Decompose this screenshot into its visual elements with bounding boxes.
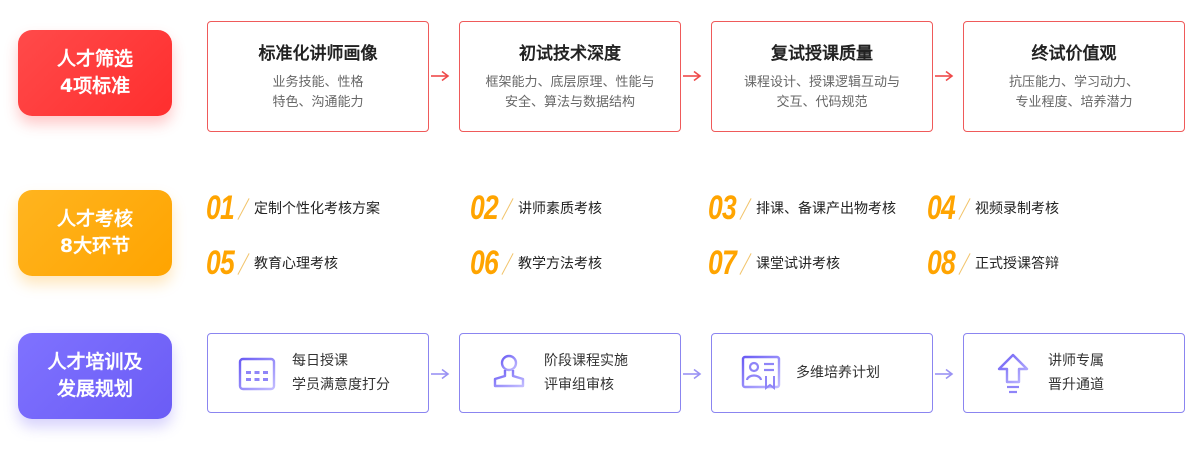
screening-desc: 课程设计、授课逻辑互动与 bbox=[743, 75, 900, 90]
step-number: 06 bbox=[470, 244, 499, 282]
screening-desc: 交互、代码规范 bbox=[776, 95, 868, 110]
assessment-step-3: 03 排课、备课产出物考核 bbox=[708, 191, 896, 225]
screening-title: 复试授课质量 bbox=[771, 44, 873, 64]
calendar-icon bbox=[238, 355, 276, 391]
slash-divider bbox=[238, 248, 250, 278]
step-number: 01 bbox=[206, 189, 235, 227]
slash-divider bbox=[740, 193, 752, 223]
badge-line2: 4项标准 bbox=[59, 75, 131, 97]
training-line2: 评审组审核 bbox=[544, 377, 614, 393]
screening-card-1: 标准化讲师画像 业务技能、性格 特色、沟通能力 bbox=[207, 21, 429, 132]
screening-desc: 抗压能力、学习动力、 bbox=[1008, 75, 1139, 90]
assessment-step-2: 02 讲师素质考核 bbox=[470, 191, 602, 225]
arrow-right-icon bbox=[935, 70, 954, 82]
badge-talent-assessment: 人才考核 8大环节 bbox=[18, 190, 172, 276]
screening-title: 初试技术深度 bbox=[519, 44, 621, 64]
slash-divider bbox=[959, 248, 971, 278]
screening-desc: 业务技能、性格 bbox=[272, 75, 364, 90]
step-text: 视频录制考核 bbox=[975, 201, 1059, 217]
slash-divider bbox=[740, 248, 752, 278]
screening-title: 终试价值观 bbox=[1031, 44, 1117, 64]
training-card-2: 阶段课程实施 评审组审核 bbox=[459, 333, 681, 413]
screening-title: 标准化讲师画像 bbox=[258, 44, 378, 64]
step-text: 排课、备课产出物考核 bbox=[756, 201, 896, 217]
screening-desc: 特色、沟通能力 bbox=[272, 95, 364, 110]
assessment-step-1: 01 定制个性化考核方案 bbox=[206, 191, 380, 225]
step-text: 正式授课答辩 bbox=[975, 256, 1059, 272]
arrow-right-icon bbox=[683, 368, 702, 380]
training-line2: 晋升通道 bbox=[1048, 377, 1104, 393]
step-number: 05 bbox=[206, 244, 235, 282]
slash-divider bbox=[502, 193, 514, 223]
badge-line2: 发展规划 bbox=[56, 378, 133, 400]
screening-card-3: 复试授课质量 课程设计、授课逻辑互动与 交互、代码规范 bbox=[711, 21, 933, 132]
screening-card-4: 终试价值观 抗压能力、学习动力、 专业程度、培养潜力 bbox=[963, 21, 1185, 132]
screening-desc: 安全、算法与数据结构 bbox=[504, 95, 635, 110]
arrow-right-icon bbox=[935, 368, 954, 380]
step-text: 课堂试讲考核 bbox=[756, 256, 840, 272]
slash-divider bbox=[502, 248, 514, 278]
step-text: 讲师素质考核 bbox=[518, 201, 602, 217]
badge-line1: 人才培训及 bbox=[47, 351, 143, 373]
training-card-4: 讲师专属 晋升通道 bbox=[963, 333, 1185, 413]
training-line1: 每日授课 bbox=[292, 353, 348, 369]
step-number: 04 bbox=[927, 189, 956, 227]
training-line2: 学员满意度打分 bbox=[292, 377, 390, 393]
screening-desc: 框架能力、底层原理、性能与 bbox=[485, 75, 655, 90]
badge-line1: 人才考核 bbox=[56, 208, 133, 230]
training-line1: 多维培养计划 bbox=[796, 365, 880, 381]
badge-line2: 8大环节 bbox=[59, 235, 131, 257]
arrow-right-icon bbox=[431, 70, 450, 82]
slash-divider bbox=[959, 193, 971, 223]
training-card-3: 多维培养计划 bbox=[711, 333, 933, 413]
step-number: 07 bbox=[708, 244, 737, 282]
screening-card-2: 初试技术深度 框架能力、底层原理、性能与 安全、算法与数据结构 bbox=[459, 21, 681, 132]
certificate-icon bbox=[741, 355, 781, 390]
step-number: 02 bbox=[470, 189, 499, 227]
badge-talent-screening: 人才筛选 4项标准 bbox=[18, 30, 172, 116]
upgrade-arrow-icon bbox=[997, 353, 1029, 394]
assessment-step-7: 07 课堂试讲考核 bbox=[708, 246, 840, 280]
stamp-icon bbox=[493, 354, 525, 393]
screening-desc: 专业程度、培养潜力 bbox=[1015, 95, 1133, 110]
training-line1: 讲师专属 bbox=[1048, 353, 1104, 369]
assessment-step-8: 08 正式授课答辩 bbox=[927, 246, 1059, 280]
arrow-right-icon bbox=[683, 70, 702, 82]
slash-divider bbox=[238, 193, 250, 223]
assessment-step-4: 04 视频录制考核 bbox=[927, 191, 1059, 225]
assessment-step-5: 05 教育心理考核 bbox=[206, 246, 338, 280]
training-line1: 阶段课程实施 bbox=[544, 353, 628, 369]
training-card-1: 每日授课学员满意度打分 bbox=[207, 333, 429, 413]
badge-talent-training: 人才培训及 发展规划 bbox=[18, 333, 172, 419]
step-text: 教育心理考核 bbox=[254, 256, 338, 272]
step-text: 定制个性化考核方案 bbox=[254, 201, 380, 217]
assessment-step-6: 06 教学方法考核 bbox=[470, 246, 602, 280]
step-number: 03 bbox=[708, 189, 737, 227]
arrow-right-icon bbox=[431, 368, 450, 380]
step-number: 08 bbox=[927, 244, 956, 282]
step-text: 教学方法考核 bbox=[518, 256, 602, 272]
badge-line1: 人才筛选 bbox=[56, 48, 133, 70]
